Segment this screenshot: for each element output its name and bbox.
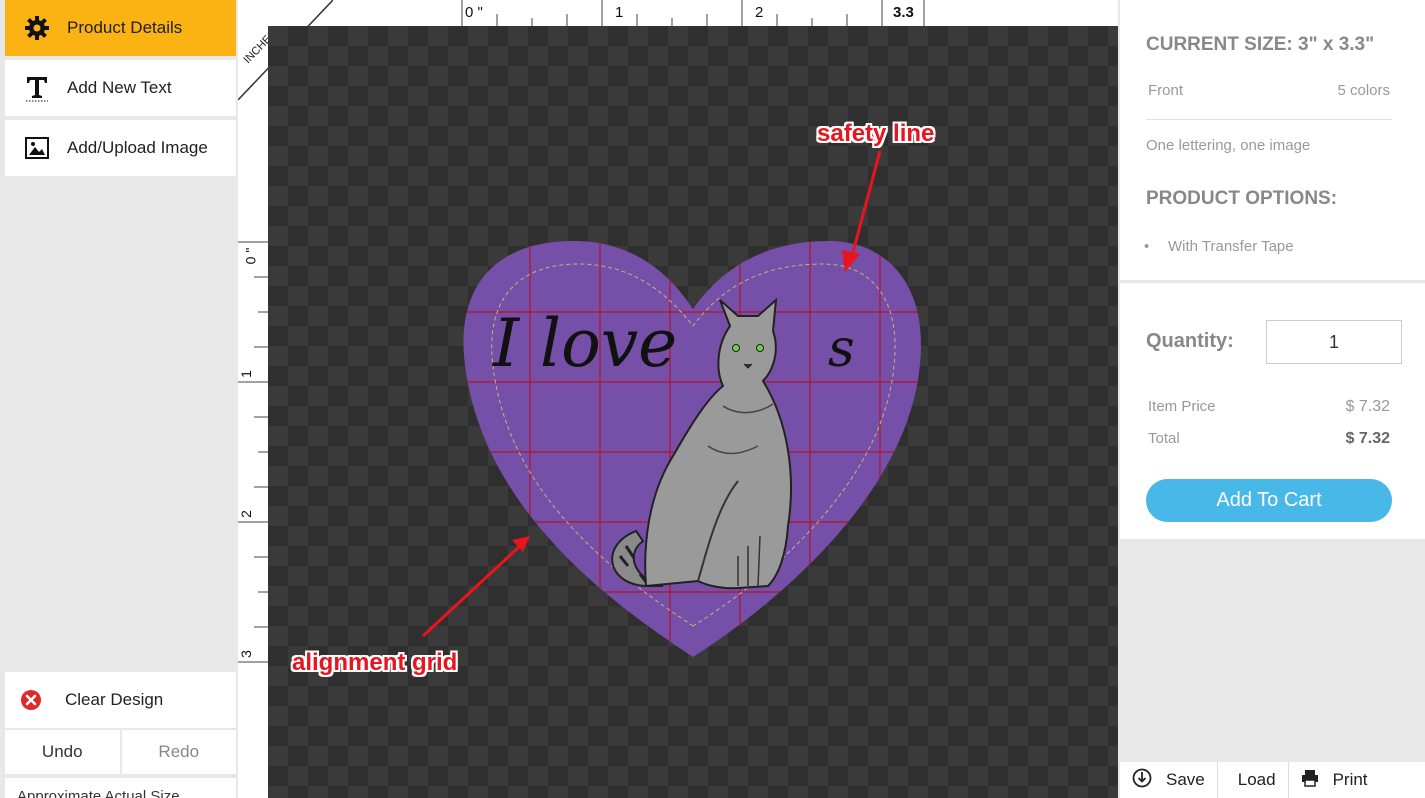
summary-divider [1146,119,1392,120]
print-icon [1301,769,1319,792]
load-label: Load [1237,770,1276,789]
current-size: CURRENT SIZE: 3" x 3.3" [1146,34,1375,55]
top-ruler-label-1: 1 [615,4,624,21]
safety-line-annotation: safety line [817,120,935,147]
product-details-button[interactable]: Product Details [5,0,236,56]
bottom-actions: Save Load Print [1120,762,1425,798]
image-icon [23,134,51,162]
clear-design-label: Clear Design [65,690,164,709]
undo-button[interactable]: Undo [5,730,120,774]
alignment-grid-annotation: alignment grid [292,649,458,676]
save-icon [1132,768,1152,793]
design-app: Product Details Add New Text Add/Upload … [0,0,1425,798]
product-options-title: PRODUCT OPTIONS: [1146,188,1338,209]
left-ruler: 0 " 1 2 3 [238,26,268,798]
add-to-cart-button[interactable]: Add To Cart [1146,479,1392,522]
item-price-label: Item Price [1148,398,1216,415]
option-bullet: • [1144,238,1150,255]
gear-icon [23,14,51,42]
left-toolbar: Product Details Add New Text Add/Upload … [0,0,237,798]
right-panel: CURRENT SIZE: 3" x 3.3" Front 5 colors O… [1120,0,1425,798]
left-ruler-ticks [238,241,268,663]
add-text-label: Add New Text [67,78,172,97]
design-text[interactable]: I love [492,305,677,382]
left-ruler-label-0: 0 " [242,247,259,265]
redo-button[interactable]: Redo [121,730,236,774]
top-ruler-label-2: 2 [755,4,764,21]
add-text-button[interactable]: Add New Text [5,60,236,116]
design-text-2[interactable]: s [828,319,855,379]
quantity-label: Quantity: [1146,330,1234,352]
save-label: Save [1166,770,1205,789]
left-ruler-label-3: 3 [237,650,254,658]
add-image-button[interactable]: Add/Upload Image [5,120,236,176]
total-price: $ 7.32 [1345,430,1390,447]
text-icon [23,74,51,102]
total-label: Total [1148,430,1180,447]
design-note: One lettering, one image [1146,137,1311,154]
option-transfer-tape: With Transfer Tape [1168,238,1294,255]
undo-redo-group: Undo Redo [5,730,236,774]
top-ruler-label-0: 0 " [465,4,483,21]
design-artwork: I love s [421,150,922,657]
color-count: 5 colors [1337,82,1390,99]
design-canvas[interactable]: I love s [268,26,1118,798]
clear-design-button[interactable]: Clear Design [5,672,236,728]
print-button[interactable]: Print [1287,762,1380,798]
item-price: $ 7.32 [1345,398,1390,415]
print-label: Print [1332,770,1368,789]
approx-size-toggle[interactable]: Approximate Actual Size [5,778,236,798]
add-image-label: Add/Upload Image [67,138,208,157]
top-ruler: 0 " 1 2 3.3 [238,0,1118,26]
product-summary: CURRENT SIZE: 3" x 3.3" Front 5 colors O… [1120,0,1425,280]
top-ruler-ticks [461,0,925,26]
save-button[interactable]: Save [1120,762,1217,798]
close-circle-icon [17,686,45,714]
product-details-label: Product Details [67,18,183,37]
top-ruler-label-3: 3.3 [893,4,914,21]
print-side: Front [1148,82,1184,99]
left-ruler-label-1: 1 [237,370,254,378]
order-panel: Quantity: 1 Item Price $ 7.32 Total $ 7.… [1120,283,1425,539]
quantity-input[interactable]: 1 [1266,320,1402,364]
load-button[interactable]: Load [1216,762,1288,798]
left-ruler-label-2: 2 [237,510,254,518]
